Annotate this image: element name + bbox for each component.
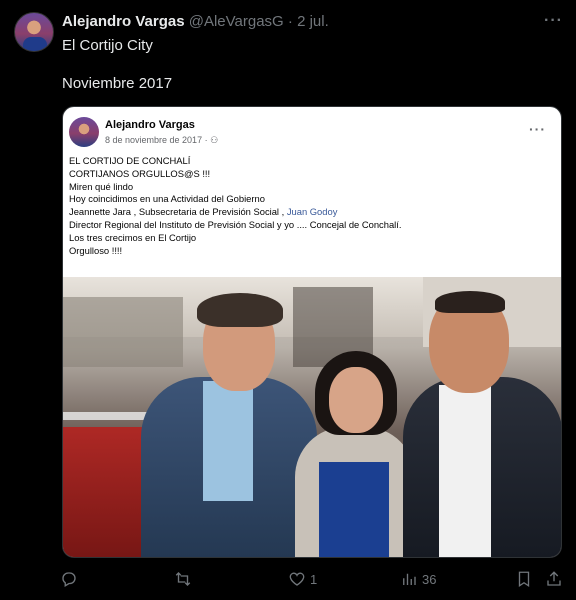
reply-icon bbox=[62, 572, 76, 587]
share-icon bbox=[547, 571, 561, 586]
embed-line: EL CORTIJO DE CONCHALÍ bbox=[69, 155, 191, 166]
heart-icon bbox=[289, 572, 305, 586]
embed-line-prefix: Jeannette Jara , Subsecretaria de Previs… bbox=[69, 206, 287, 218]
views-button[interactable]: 36 bbox=[400, 570, 436, 588]
embed-line: Orgulloso !!!! bbox=[69, 244, 123, 256]
more-options-icon[interactable]: ··· bbox=[544, 12, 563, 30]
views-count: 36 bbox=[422, 571, 437, 587]
tweet[interactable]: Alejandro Vargas @AleVargasG · 2 jul. ··… bbox=[0, 0, 576, 600]
embed-author-name: Alejandro Vargas bbox=[105, 119, 195, 131]
like-count: 1 bbox=[310, 571, 318, 587]
like-button[interactable]: 1 bbox=[288, 570, 317, 588]
tweet-actions: 1 36 bbox=[60, 570, 570, 594]
avatar[interactable] bbox=[14, 12, 54, 52]
mention-link: Juan Godoy bbox=[286, 206, 338, 218]
tweet-header: Alejandro Vargas @AleVargasG · 2 jul. bbox=[62, 13, 329, 30]
embed-line: Director Regional del Instituto de Previ… bbox=[69, 218, 402, 230]
author-handle[interactable]: @AleVargasG bbox=[189, 13, 284, 30]
bookmark-icon bbox=[518, 571, 530, 588]
share-button[interactable] bbox=[545, 570, 563, 588]
separator: · bbox=[287, 13, 293, 30]
embed-photo bbox=[63, 277, 561, 557]
embed-avatar bbox=[69, 117, 99, 147]
retweet-icon bbox=[175, 572, 191, 586]
embedded-facebook-post[interactable]: Alejandro Vargas 8 de noviembre de 2017 … bbox=[62, 106, 562, 558]
views-icon bbox=[403, 573, 416, 585]
retweet-button[interactable] bbox=[174, 570, 196, 588]
tweet-text-line-1: El Cortijo City bbox=[62, 37, 153, 54]
embed-line: CORTIJANOS ORGULLOS@S !!! bbox=[69, 167, 211, 179]
embed-meta: 8 de noviembre de 2017 · ⚇ bbox=[105, 135, 219, 145]
embed-more-icon: ··· bbox=[529, 121, 546, 137]
embed-line: Los tres crecimos en El Cortijo bbox=[69, 231, 197, 243]
author-name[interactable]: Alejandro Vargas bbox=[62, 13, 185, 30]
bookmark-button[interactable] bbox=[515, 570, 533, 588]
tweet-date[interactable]: 2 jul. bbox=[297, 13, 329, 30]
embed-line-mention: Jeannette Jara , Subsecretaria de Previs… bbox=[69, 206, 557, 219]
embed-line: Hoy coincidimos en una Actividad del Gob… bbox=[69, 193, 265, 205]
embed-text: EL CORTIJO DE CONCHALÍ CORTIJANOS ORGULL… bbox=[69, 155, 557, 257]
tweet-text-line-2: Noviembre 2017 bbox=[62, 75, 173, 92]
embed-line: Miren qué lindo bbox=[69, 180, 134, 192]
reply-button[interactable] bbox=[60, 570, 82, 588]
